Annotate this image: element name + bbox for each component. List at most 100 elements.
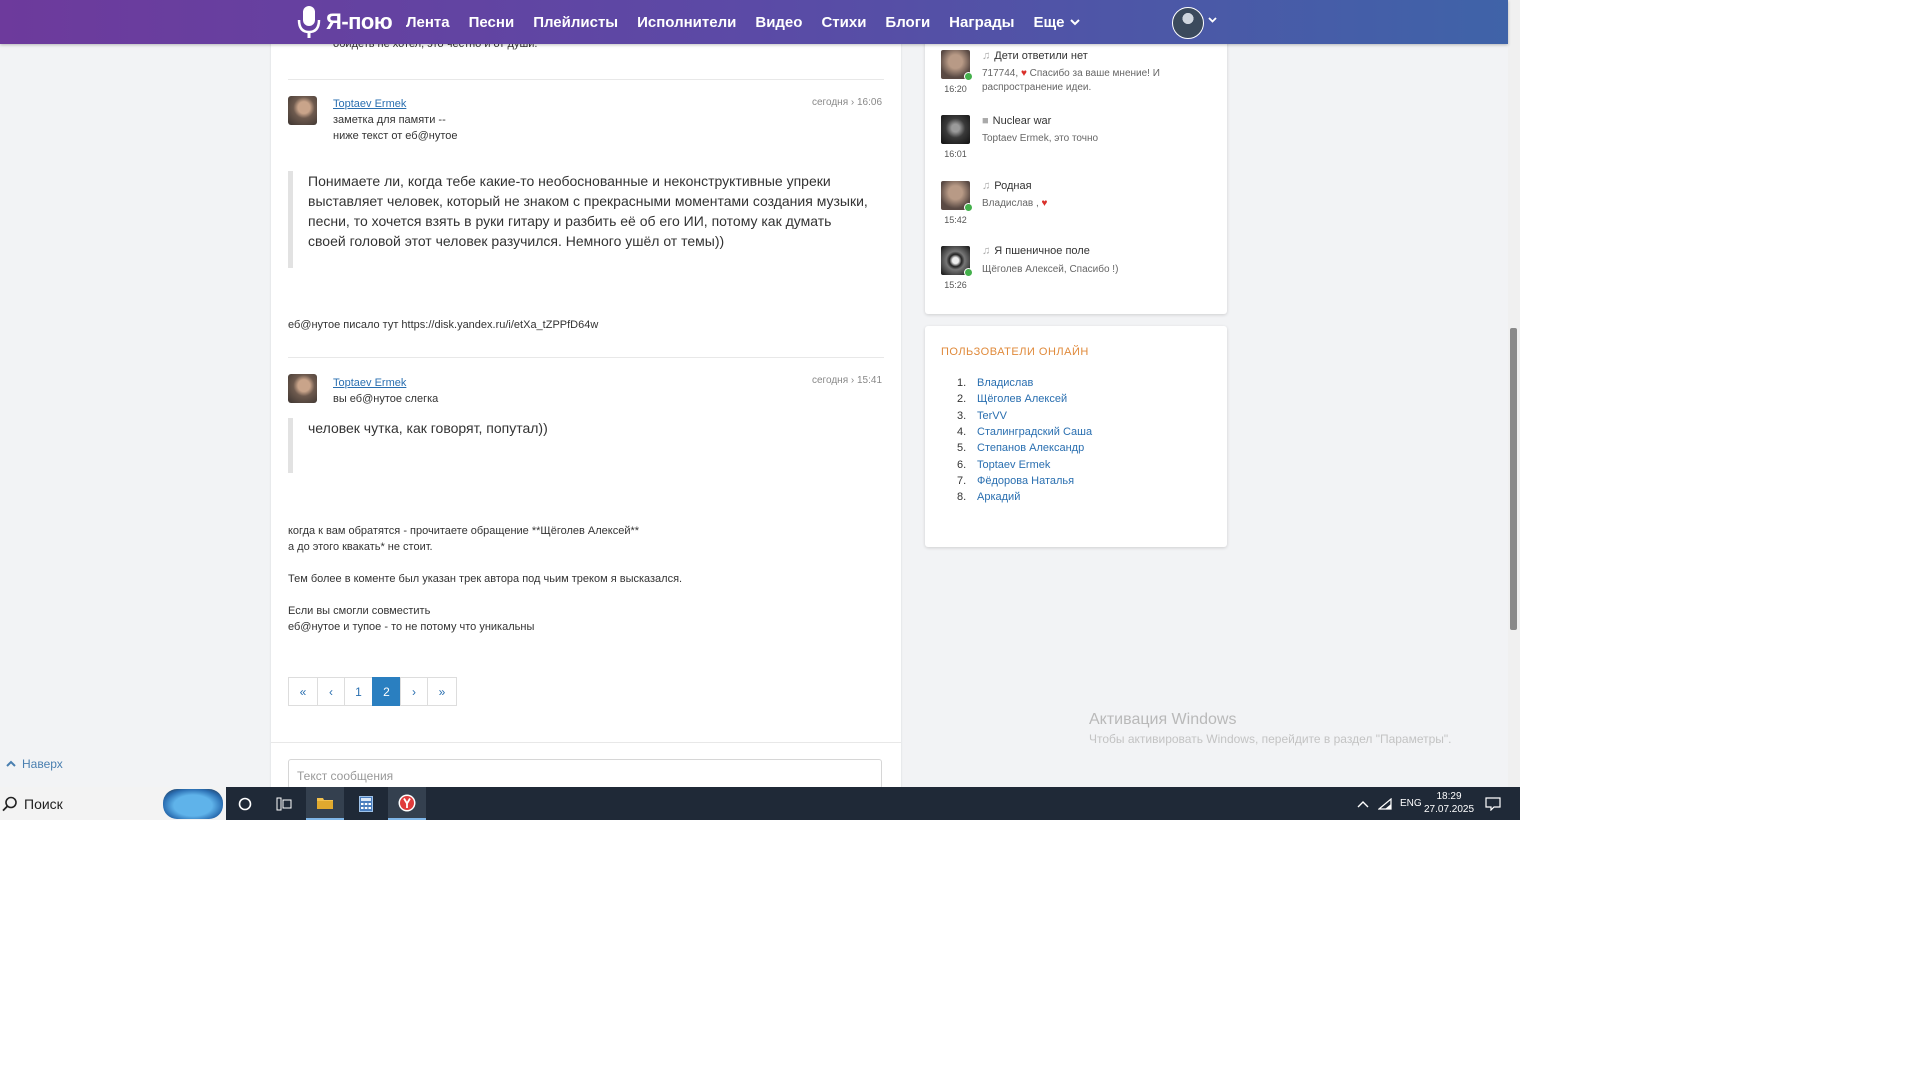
page-blank-area (0, 820, 1545, 869)
music-note-icon: ♫ (982, 180, 991, 192)
browser-viewport: обидеть не хотел, это честно и от души. … (0, 0, 1520, 820)
cortana-icon[interactable] (226, 787, 264, 820)
comment-text: когда к вам обратятся - прочитаете обращ… (288, 525, 683, 633)
task-view-icon[interactable] (265, 787, 303, 820)
clock-date: 27.07.2025 (1424, 804, 1475, 815)
site-logo[interactable]: Я-пою (296, 4, 393, 40)
file-explorer-icon[interactable] (306, 787, 344, 820)
nav-item-feed[interactable]: Лента (406, 14, 450, 31)
message-input[interactable]: Текст сообщения (288, 759, 882, 789)
nav-item-playlists[interactable]: Плейлисты (533, 14, 618, 31)
nav-item-awards[interactable]: Награды (949, 14, 1014, 31)
online-user-link[interactable]: 1. Владислав (957, 377, 1033, 389)
activity-time: 15:26 (944, 280, 967, 290)
comment-timestamp: сегодня › 16:06 (812, 97, 883, 108)
chevron-down-icon[interactable] (1208, 17, 1217, 23)
online-user-name[interactable]: Фёдорова Наталья (977, 475, 1074, 487)
activity-title-text: Родная (994, 180, 1032, 192)
online-user-name[interactable]: Щёголев Алексей (977, 393, 1067, 405)
chevron-up-icon (6, 760, 16, 767)
nav-item-artists[interactable]: Исполнители (637, 14, 736, 31)
user-avatar[interactable] (1172, 7, 1204, 39)
online-users-title: ПОЛЬЗОВАТЕЛИ ОНЛАЙН (941, 346, 1089, 358)
nav-item-poems[interactable]: Стихи (821, 14, 866, 31)
activity-text: Владислав , ♥ (982, 197, 1182, 211)
activity-text-before: 717744, (982, 68, 1019, 79)
wifi-icon[interactable] (1378, 797, 1392, 810)
comment-quote: Понимаете ли, когда тебе какие-то необос… (288, 171, 868, 268)
comment-text: заметка для памяти -- (333, 114, 446, 126)
system-tray: ENG (1357, 787, 1422, 820)
online-user-link[interactable]: 7. Фёдорова Наталья (957, 475, 1074, 487)
search-highlight-icon[interactable] (163, 789, 223, 819)
heart-icon: ♥ (1041, 198, 1048, 209)
yandex-browser-icon[interactable] (388, 787, 426, 820)
activity-title-text: Я пшеничное поле (994, 245, 1090, 257)
first-page-button[interactable]: « (288, 677, 318, 706)
online-indicator (964, 72, 973, 81)
activity-time: 16:01 (944, 149, 967, 159)
language-indicator[interactable]: ENG (1400, 798, 1422, 809)
chevron-down-icon (1070, 18, 1081, 25)
activity-thumbnail[interactable] (941, 115, 970, 144)
online-user-name[interactable]: TerVV (977, 410, 1007, 422)
windows-taskbar: Поиск ENG 18:29 27.07.2025 (0, 787, 1520, 820)
nav-item-blogs[interactable]: Блоги (885, 14, 930, 31)
comment-divider (288, 357, 884, 358)
music-note-icon: ♫ (982, 245, 991, 257)
online-indicator (964, 268, 973, 277)
windows-activation-text: Чтобы активировать Windows, перейдите в … (1089, 732, 1452, 746)
calculator-icon[interactable] (347, 787, 385, 820)
online-user-name[interactable]: Владислав (977, 377, 1033, 389)
comment-text: еб@нутое писало тут https://disk.yandex.… (288, 319, 599, 331)
clock[interactable]: 18:29 27.07.2025 (1424, 790, 1474, 816)
activity-title[interactable]: ■ Nuclear war (982, 115, 1051, 127)
main-menu: Лента Песни Плейлисты Исполнители Видео … (406, 0, 1099, 44)
windows-activation-title: Активация Windows (1089, 711, 1237, 728)
comment-author-link[interactable]: Toptaev Ermek (333, 377, 406, 389)
avatar[interactable] (288, 96, 317, 125)
next-page-button[interactable]: › (400, 677, 428, 706)
online-user-link[interactable]: 6. Toptaev Ermek (957, 459, 1050, 471)
scrollbar-thumb[interactable] (1510, 328, 1517, 630)
taskbar-search-label: Поиск (24, 795, 63, 812)
online-user-name[interactable]: Toptaev Ermek (977, 459, 1050, 471)
logo-text: Я-пою (326, 9, 393, 34)
activity-title[interactable]: ♫ Дети ответили нет (982, 50, 1088, 62)
activity-title-text: Nuclear war (992, 115, 1052, 127)
activity-time: 15:42 (944, 215, 967, 225)
online-user-link[interactable]: 4. Сталинградский Саша (957, 426, 1092, 438)
online-user-name[interactable]: Сталинградский Саша (977, 426, 1092, 438)
comment-divider (288, 79, 884, 80)
comment-author-link[interactable]: Toptaev Ermek (333, 98, 406, 110)
page-button-2[interactable]: 2 (372, 677, 401, 706)
nav-item-more[interactable]: Еще (1033, 14, 1081, 31)
online-user-name[interactable]: Аркадий (977, 491, 1020, 503)
comment-text: ниже текст от еб@нутое (333, 130, 458, 142)
comment-timestamp: сегодня › 15:41 (812, 375, 883, 386)
last-page-button[interactable]: » (427, 677, 457, 706)
online-user-link[interactable]: 3. TerVV (957, 410, 1007, 422)
top-navigation-bar: Я-пою Лента Песни Плейлисты Исполнители … (0, 0, 1508, 44)
activity-time: 16:20 (944, 84, 967, 94)
video-icon: ■ (982, 115, 989, 127)
online-user-link[interactable]: 8. Аркадий (957, 491, 1020, 503)
nav-item-video[interactable]: Видео (755, 14, 802, 31)
activity-title[interactable]: ♫ Родная (982, 180, 1032, 192)
prev-page-button[interactable]: ‹ (317, 677, 345, 706)
activity-title[interactable]: ♫ Я пшеничное поле (982, 245, 1090, 257)
back-to-top-link[interactable]: Наверх (6, 757, 63, 771)
section-divider (271, 742, 901, 743)
page-button-1[interactable]: 1 (344, 677, 373, 706)
avatar[interactable] (288, 374, 317, 403)
online-user-link[interactable]: 5. Степанов Александр (957, 442, 1084, 454)
nav-item-songs[interactable]: Песни (469, 14, 515, 31)
music-note-icon: ♫ (982, 50, 991, 62)
notifications-icon[interactable] (1474, 787, 1512, 820)
online-user-link[interactable]: 2. Щёголев Алексей (957, 393, 1067, 405)
activity-text: Щёголев Алексей, Спасибо !) (982, 264, 1119, 275)
chevron-up-icon[interactable] (1357, 800, 1369, 808)
activity-text: 717744, ♥ Спасибо за ваше мнение! И расп… (982, 67, 1182, 95)
online-indicator (964, 203, 973, 212)
online-user-name[interactable]: Степанов Александр (977, 442, 1084, 454)
